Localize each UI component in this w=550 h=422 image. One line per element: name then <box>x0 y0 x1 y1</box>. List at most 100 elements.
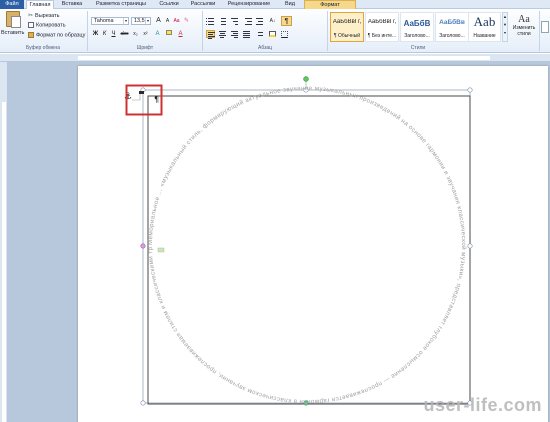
borders-button[interactable] <box>280 30 289 38</box>
shading-button[interactable] <box>268 30 277 38</box>
grow-font-button[interactable]: A <box>154 17 163 25</box>
highlighter-icon <box>165 30 172 35</box>
paste-label: Вставить <box>1 30 25 36</box>
brush-icon <box>28 32 34 38</box>
tab-file[interactable]: Файл <box>0 0 24 9</box>
superscript-button[interactable]: x² <box>141 30 150 38</box>
shrink-font-button[interactable]: A <box>163 17 172 25</box>
font-name-value: Tahoma <box>94 18 114 24</box>
group-divider <box>202 11 203 51</box>
style-name: Заголово... <box>404 33 430 39</box>
styles-gallery-scroll[interactable]: ▲ ▼ ▾ <box>502 12 508 42</box>
style-sample: АаБбВвГг, <box>367 19 397 25</box>
strikethrough-button[interactable]: abc <box>119 30 130 38</box>
line-spacing-button[interactable] <box>255 30 264 38</box>
bullets-button[interactable] <box>206 17 215 25</box>
style-sample: АаБбВ <box>403 19 431 28</box>
font-size-value: 13,5 <box>134 18 145 24</box>
document-workspace[interactable] <box>8 62 550 422</box>
multilevel-list-button[interactable] <box>230 17 239 25</box>
copy-label: Копировать <box>36 22 66 29</box>
text-wrap-icon[interactable] <box>157 247 165 253</box>
underline-button[interactable]: Ч <box>109 30 118 38</box>
resize-handle-right[interactable] <box>467 243 473 249</box>
style-name: ¶ Без инте... <box>367 33 397 39</box>
font-color-button[interactable]: A <box>176 30 185 38</box>
resize-handle-bottom-left[interactable] <box>140 400 146 406</box>
chevron-down-icon: ▾ <box>145 18 149 24</box>
show-marks-button[interactable]: ¶ <box>281 16 292 26</box>
highlight-button[interactable] <box>164 30 173 38</box>
editing-icon[interactable] <box>541 21 549 33</box>
ruler-text-area <box>78 56 490 60</box>
style-title[interactable]: Aab Название <box>468 12 501 42</box>
font-size-select[interactable]: 13,5 ▾ <box>131 17 151 25</box>
resize-handle-top-right[interactable] <box>467 87 473 93</box>
cut-label: Вырезать <box>35 12 60 19</box>
tab-insert[interactable]: Вставка <box>58 0 86 9</box>
paragraph-group-label: Абзац <box>257 45 273 51</box>
tab-mailings[interactable]: Рассылки <box>188 0 218 9</box>
border-icon <box>281 31 288 38</box>
style-sample: АаБбВвГг, <box>332 19 362 25</box>
paint-bucket-icon <box>269 31 276 37</box>
chevron-down-icon: ▾ <box>123 18 127 24</box>
clear-format-icon[interactable]: ✎ <box>182 17 191 25</box>
style-normal[interactable]: АаБбВвГг, ¶ Обычный <box>330 12 364 42</box>
anchor-marker <box>139 91 144 94</box>
adjust-handle-left[interactable] <box>140 243 146 249</box>
bold-button[interactable]: Ж <box>91 30 100 38</box>
vertical-ruler[interactable] <box>0 62 8 422</box>
copy-button[interactable]: Копировать <box>28 22 66 28</box>
change-styles-button[interactable]: Aa Изменить стили <box>510 12 538 44</box>
style-name: Заголово... <box>439 33 465 39</box>
change-styles-label: Изменить стили <box>512 25 536 37</box>
align-left-button[interactable] <box>206 30 215 39</box>
rotate-handle[interactable] <box>303 76 309 82</box>
align-center-button[interactable] <box>218 30 227 38</box>
group-divider <box>327 11 328 51</box>
tab-page-layout[interactable]: Разметка страницы <box>90 0 152 9</box>
format-painter-button[interactable]: Формат по образцу <box>28 32 85 38</box>
style-heading-2[interactable]: АаБбВв Заголово... <box>435 12 469 42</box>
style-no-spacing[interactable]: АаБбВвГг, ¶ Без инте... <box>365 12 399 42</box>
style-name: Название <box>473 33 496 39</box>
italic-button[interactable]: К <box>100 30 109 38</box>
more-icon: ▾ <box>503 30 506 35</box>
group-divider <box>539 11 540 51</box>
scissors-icon: ✂ <box>28 13 34 19</box>
horizontal-ruler[interactable] <box>0 54 550 62</box>
justify-button[interactable] <box>242 30 251 38</box>
paragraph-mark-icon: ¶ <box>154 95 159 104</box>
tab-format[interactable]: Формат <box>304 0 356 9</box>
paste-button[interactable]: Вставить <box>0 9 26 43</box>
style-name: ¶ Обычный <box>333 33 361 39</box>
subscript-button[interactable]: x₂ <box>131 30 140 38</box>
copy-icon <box>28 22 34 28</box>
group-divider <box>87 11 88 51</box>
tab-review[interactable]: Рецензирование <box>222 0 276 9</box>
decrease-indent-button[interactable] <box>244 17 253 25</box>
font-name-select[interactable]: Tahoma ▾ <box>91 17 129 25</box>
format-painter-label: Формат по образцу <box>36 32 86 39</box>
ribbon: Вставить ✂ Вырезать Копировать Формат по … <box>0 9 550 53</box>
tab-references[interactable]: Ссылки <box>156 0 182 9</box>
styles-group-label: Стили <box>410 45 426 51</box>
change-styles-icon: Aa <box>518 14 530 25</box>
anchor-icon[interactable]: ⚓ <box>124 92 132 102</box>
change-case-button[interactable]: Aa <box>172 17 181 25</box>
cut-button[interactable]: ✂ Вырезать <box>28 12 60 19</box>
ruler-text-area <box>2 102 6 422</box>
style-heading-1[interactable]: АаБбВ Заголово... <box>400 12 434 42</box>
tab-view[interactable]: Вид <box>280 0 300 9</box>
text-effects-button[interactable]: A <box>153 30 162 38</box>
sort-button[interactable]: A↓ <box>268 17 277 25</box>
align-right-button[interactable] <box>230 30 239 38</box>
style-sample: Aab <box>473 14 496 29</box>
watermark: user-life.com <box>423 395 542 415</box>
increase-indent-button[interactable] <box>255 17 264 25</box>
clipboard-group-label: Буфер обмена <box>26 45 60 51</box>
paste-icon <box>6 11 21 28</box>
numbering-button[interactable] <box>218 17 227 25</box>
ribbon-tab-bar: Файл Главная Вставка Разметка страницы С… <box>0 0 550 10</box>
